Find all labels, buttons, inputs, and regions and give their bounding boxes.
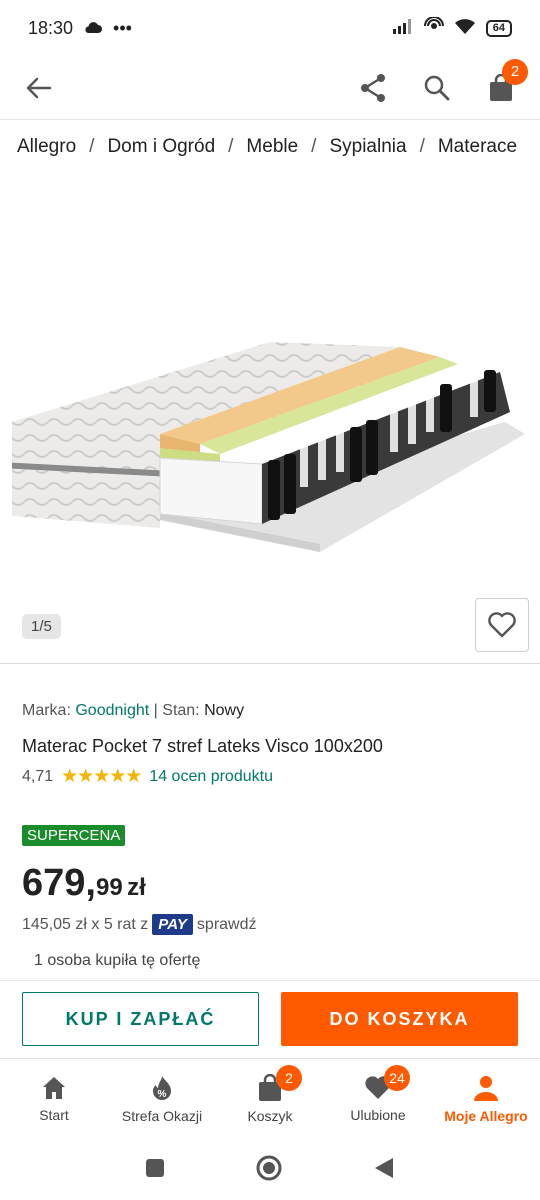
breadcrumb-item-dom-i-ogrod[interactable]: Dom i Ogród (107, 136, 215, 158)
cart-button[interactable]: 2 (484, 58, 528, 105)
product-rating: 4,71 ★★★★★ 14 ocen produktu (22, 765, 273, 788)
breadcrumb-separator: / (311, 136, 317, 157)
svg-text:%: % (158, 1089, 167, 1100)
square-icon (146, 1158, 164, 1177)
breadcrumb: Allegro / Dom i Ogród / Meble / Sypialni… (0, 122, 540, 172)
heart-outline-icon (488, 612, 516, 638)
installments-info: 145,05 zł x 5 rat z PAY sprawdź (22, 914, 257, 935)
add-to-cart-button[interactable]: DO KOSZYKA (281, 992, 518, 1046)
price-decimal: 99 (95, 874, 123, 901)
breadcrumb-separator: / (419, 136, 425, 157)
back-button[interactable] (22, 71, 56, 105)
nav-label-strefa-okazji: Strefa Okazji (121, 1107, 203, 1124)
brand-label: Marka: (22, 702, 71, 719)
rating-stars: ★★★★★ (61, 766, 142, 787)
brand-separator: | (153, 702, 158, 719)
cart-badge: 2 (276, 1065, 302, 1091)
product-image (12, 342, 525, 552)
wifi-icon (454, 17, 476, 40)
breadcrumb-separator: / (228, 136, 234, 157)
image-counter: 1/5 (22, 614, 61, 639)
cart-count-badge: 2 (502, 58, 528, 85)
supercena-badge: SUPERCENA (22, 825, 126, 846)
home-icon (43, 1076, 65, 1099)
condition-label: Stan: (162, 702, 200, 719)
nav-item-koszyk[interactable]: Koszyk 2 (216, 1059, 324, 1138)
breadcrumb-item-allegro[interactable]: Allegro (17, 136, 76, 158)
product-price: 679,99 zł (22, 862, 146, 905)
triangle-back-icon (375, 1157, 393, 1178)
breadcrumb-item-sypialnia[interactable]: Sypialnia (329, 136, 406, 158)
divider (0, 980, 540, 981)
brand-link[interactable]: Goodnight (75, 702, 149, 719)
nav-label-koszyk: Koszyk (247, 1107, 293, 1124)
home-system-button[interactable] (255, 1154, 283, 1187)
hotspot-icon (423, 15, 444, 40)
search-icon (424, 75, 450, 100)
recent-apps-button[interactable] (145, 1158, 165, 1183)
condition-value: Nowy (204, 702, 245, 719)
bottom-navigation: Start % Strefa Okazji Koszyk 2 Ulubione … (0, 1058, 540, 1138)
deals-tag-icon: % (153, 1075, 171, 1100)
more-notifications-icon: ••• (113, 17, 132, 38)
buyers-count: 1 osoba kupiła tę ofertę (34, 952, 201, 969)
cloud-icon (83, 18, 103, 39)
search-button[interactable] (420, 71, 454, 105)
installments-text: 145,05 zł x 5 rat z (22, 915, 149, 933)
share-icon (361, 73, 385, 102)
product-title: Materac Pocket 7 stref Lateks Visco 100x… (22, 736, 383, 756)
price-integer: 679, (22, 862, 96, 904)
nav-item-strefa-okazji[interactable]: % Strefa Okazji (108, 1059, 216, 1138)
nav-item-moje-allegro[interactable]: Moje Allegro (432, 1059, 540, 1138)
brand-condition-line: Marka: Goodnight | Stan: Nowy (22, 702, 244, 720)
nav-item-ulubione[interactable]: Ulubione 24 (324, 1059, 432, 1138)
nav-label-moje-allegro: Moje Allegro (444, 1107, 528, 1124)
breadcrumb-item-materace[interactable]: Materace (438, 136, 517, 158)
rating-value: 4,71 (22, 767, 54, 785)
breadcrumb-separator: / (89, 136, 95, 157)
breadcrumb-item-meble[interactable]: Meble (246, 136, 298, 158)
buy-now-button[interactable]: KUP I ZAPŁAĆ (22, 992, 259, 1046)
battery-indicator: 64 (485, 19, 512, 37)
arrow-left-icon (26, 77, 52, 98)
circle-icon (256, 1155, 282, 1180)
allegro-pay-logo: PAY (152, 914, 193, 935)
user-icon (474, 1075, 498, 1101)
status-time: 18:30 (28, 17, 74, 38)
status-bar: 18:30 ••• 64 (0, 0, 540, 56)
rating-count-link[interactable]: 14 ocen produktu (149, 768, 273, 786)
price-currency: zł (127, 874, 146, 901)
favorites-badge: 24 (384, 1065, 410, 1091)
nav-label-ulubione: Ulubione (350, 1106, 406, 1123)
product-gallery[interactable]: 1/5 (0, 172, 540, 664)
system-navigation-bar (0, 1140, 540, 1200)
installments-check-link[interactable]: sprawdź (197, 916, 257, 934)
nav-label-start: Start (39, 1106, 69, 1123)
app-top-bar: 2 (0, 56, 540, 120)
share-button[interactable] (356, 71, 390, 105)
back-system-button[interactable] (373, 1156, 395, 1185)
signal-icon (392, 18, 414, 39)
nav-item-start[interactable]: Start (0, 1059, 108, 1138)
add-to-favorites-button[interactable] (475, 598, 529, 652)
